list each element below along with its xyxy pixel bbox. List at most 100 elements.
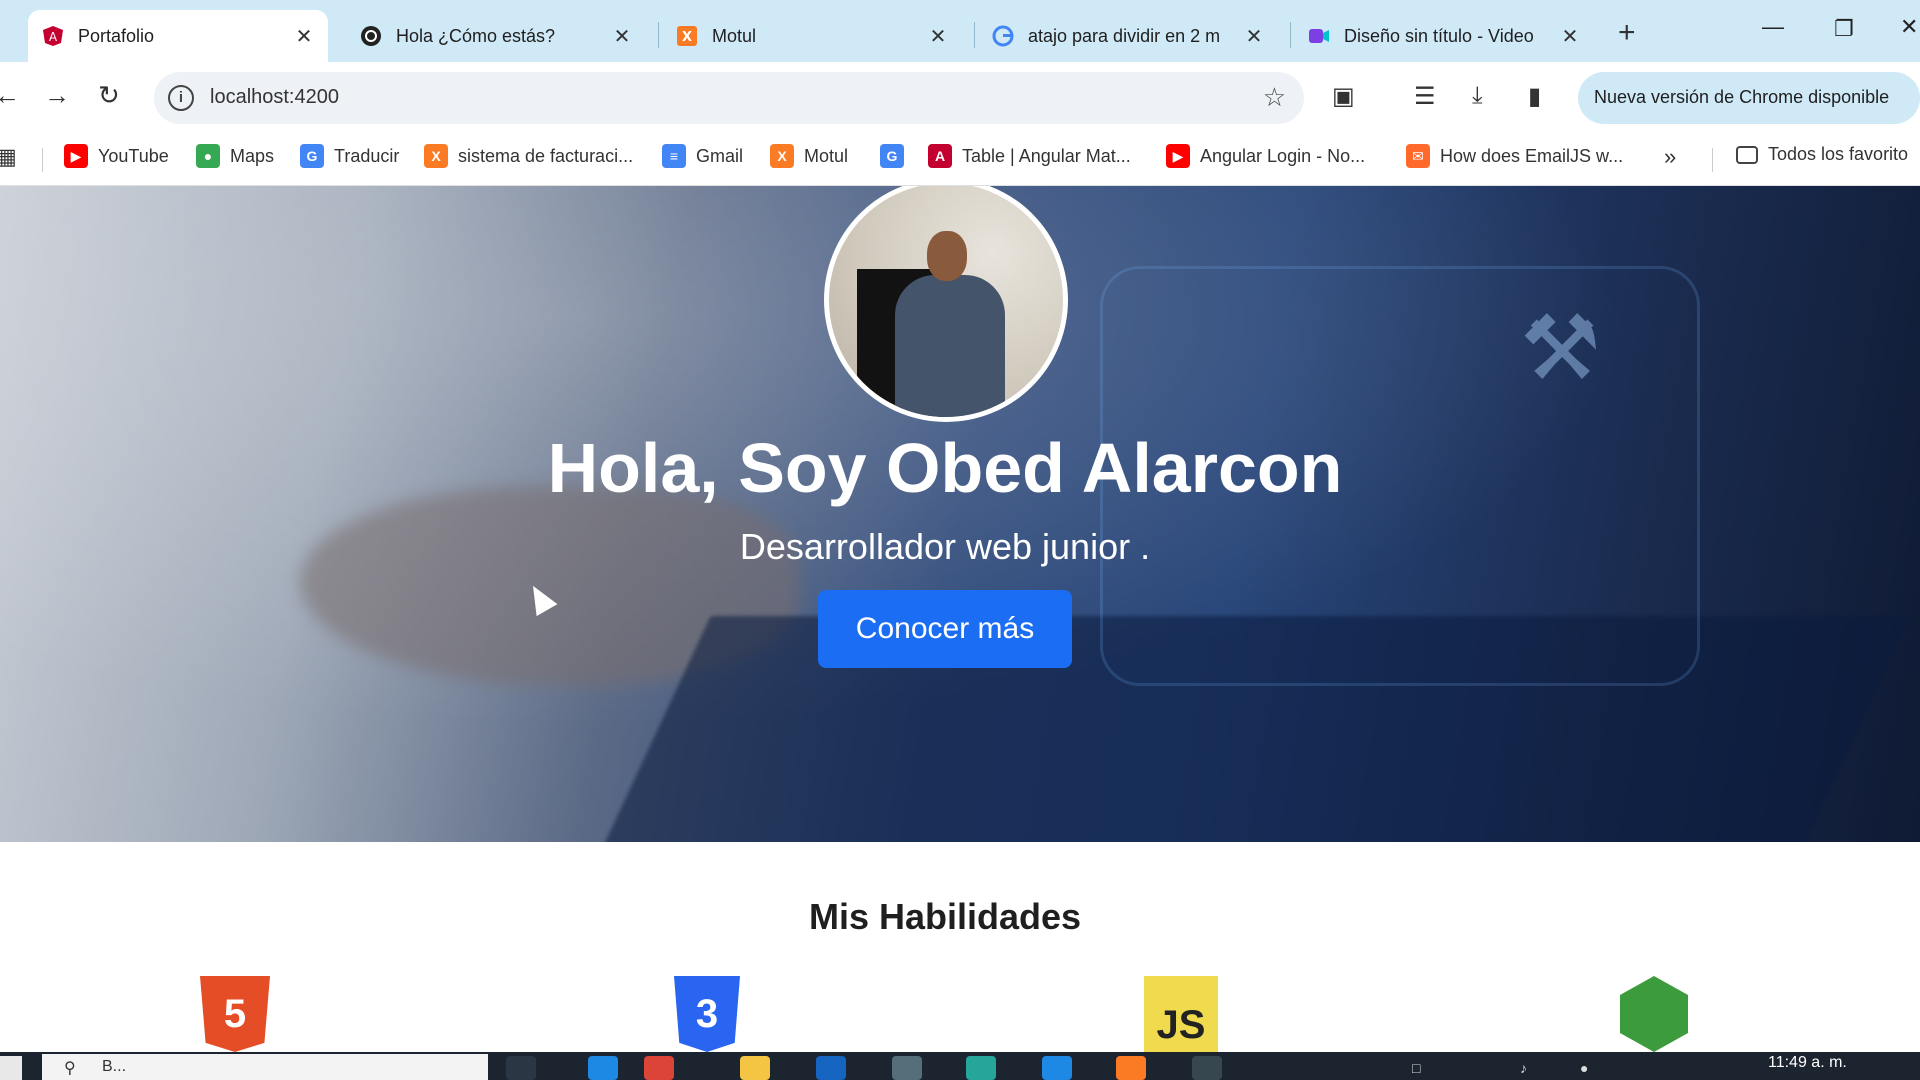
svg-text:A: A [49, 30, 58, 44]
css3-icon: 3 [674, 976, 740, 1052]
close-icon[interactable]: ✕ [294, 24, 314, 49]
reload-icon[interactable]: ↻ [98, 80, 120, 111]
tab-title: Motul [712, 25, 757, 46]
tab-hola[interactable]: Hola ¿Cómo estás? ✕ [346, 10, 646, 62]
edge-icon[interactable] [588, 1056, 618, 1080]
windows-taskbar: ⚲ B... □ ♪ ● 11:49 a. m. [0, 1052, 1920, 1080]
bookmark-emailjs[interactable]: ✉ How does EmailJS w... [1406, 144, 1623, 168]
bookmark-label: Angular Login - No... [1200, 145, 1366, 166]
bookmark-star-icon[interactable]: ☆ [1263, 82, 1286, 113]
angular-icon: A [42, 25, 64, 47]
close-icon[interactable]: ✕ [1244, 24, 1264, 49]
chrome-icon[interactable] [644, 1056, 674, 1080]
bookmark-label: sistema de facturaci... [458, 145, 634, 166]
back-icon[interactable]: ← [0, 80, 20, 111]
notification-tray-icon[interactable]: □ [1412, 1060, 1420, 1076]
taskbar-clock: 11:49 a. m. [1768, 1054, 1847, 1071]
forward-icon[interactable]: → [44, 80, 70, 111]
bookmark-label: Motul [804, 145, 849, 166]
bookmark-google[interactable]: G [880, 144, 914, 168]
app-icon[interactable] [1192, 1056, 1222, 1080]
bookmark-angular-login[interactable]: ▶ Angular Login - No... [1166, 144, 1365, 168]
tab-separator [1290, 22, 1291, 48]
xampp-icon: X [424, 144, 448, 168]
volume-icon[interactable]: ♪ [1520, 1060, 1527, 1076]
google-icon: G [880, 144, 904, 168]
bookmark-label: Gmail [696, 145, 744, 166]
tab-separator [658, 22, 659, 48]
emailjs-icon: ✉ [1406, 144, 1430, 168]
address-bar[interactable]: i localhost:4200 ☆ [154, 72, 1304, 124]
bookmark-sistema[interactable]: X sistema de facturaci... [424, 144, 633, 168]
html5-icon: 5 [200, 976, 270, 1052]
windows-start-icon[interactable] [0, 1056, 22, 1080]
browser-toolbar: ← → ↻ i localhost:4200 ☆ ▣ ☰ ⤓ ▮ Nueva v… [0, 62, 1920, 134]
file-explorer-icon[interactable] [740, 1056, 770, 1080]
minimize-icon[interactable]: — [1762, 14, 1784, 40]
svg-text:X: X [682, 30, 692, 45]
close-icon[interactable]: ✕ [612, 24, 632, 49]
camera-icon[interactable] [892, 1056, 922, 1080]
all-bookmarks[interactable]: Todos los favorito [1736, 144, 1908, 165]
bookmarks-bar: ▦ ▶ YouTube ● Maps G Traducir X sistema … [0, 134, 1920, 186]
close-icon[interactable]: ✕ [1560, 24, 1580, 49]
docs-icon: ≡ [662, 144, 686, 168]
profile-avatar [824, 186, 1068, 422]
skills-title: Mis Habilidades [808, 896, 1082, 937]
tab-portafolio[interactable]: A Portafolio ✕ [28, 10, 328, 62]
bookmark-maps[interactable]: ● Maps [196, 144, 274, 168]
youtube-icon: ▶ [1166, 144, 1190, 168]
conocer-mas-button[interactable]: Conocer más [818, 590, 1072, 668]
network-icon[interactable]: ● [1580, 1060, 1588, 1076]
media-control-icon[interactable]: ☰ [1414, 82, 1436, 111]
download-icon[interactable]: ⤓ [1472, 82, 1483, 110]
bookmark-gmail[interactable]: ≡ Gmail [662, 144, 743, 168]
tab-diseno[interactable]: Diseño sin título - Video ✕ [1294, 10, 1594, 62]
javascript-icon: JS [1144, 976, 1218, 1052]
angular-icon: A [928, 144, 952, 168]
maps-icon: ● [196, 144, 220, 168]
taskbar-search[interactable]: ⚲ B... [42, 1054, 488, 1080]
apps-grid-icon[interactable]: ▦ [0, 144, 17, 170]
vscode-icon[interactable] [1042, 1056, 1072, 1080]
edge-dev-icon[interactable] [966, 1056, 996, 1080]
new-tab-button[interactable]: + [1618, 16, 1636, 50]
extensions-icon[interactable]: ▣ [1332, 82, 1355, 111]
tab-title: atajo para dividir en 2 m [1028, 25, 1221, 46]
tab-motul[interactable]: X Motul ✕ [662, 10, 962, 62]
tab-title: Portafolio [78, 25, 155, 46]
store-icon[interactable] [816, 1056, 846, 1080]
bookmark-youtube[interactable]: ▶ YouTube [64, 144, 169, 168]
bookmark-angular-table[interactable]: A Table | Angular Mat... [928, 144, 1131, 168]
close-icon[interactable]: ✕ [928, 24, 948, 49]
bookmark-label: Table | Angular Mat... [962, 145, 1131, 166]
hero-heading: Hola, Soy Obed Alarcon [547, 429, 1343, 507]
xampp-taskbar-icon[interactable] [1116, 1056, 1146, 1080]
bookmark-motul[interactable]: X Motul [770, 144, 848, 168]
folder-icon [1736, 145, 1758, 164]
profile-extension-icon[interactable]: ▮ [1528, 82, 1541, 111]
canva-video-icon [1308, 25, 1330, 47]
bookmark-traducir[interactable]: G Traducir [300, 144, 399, 168]
avatar-person-head [927, 231, 967, 281]
chatgpt-icon [360, 25, 382, 47]
restore-icon[interactable]: ❐ [1834, 16, 1854, 42]
tab-atajo[interactable]: atajo para dividir en 2 m ✕ [978, 10, 1278, 62]
search-icon: ⚲ [64, 1060, 76, 1077]
tab-title: Diseño sin título - Video [1344, 25, 1534, 46]
bookmark-label: Traducir [334, 145, 400, 166]
bookmarks-overflow-icon[interactable]: » [1664, 144, 1676, 170]
address-url[interactable]: localhost:4200 [210, 86, 339, 109]
bookmark-label: Maps [230, 145, 275, 166]
translate-icon: G [300, 144, 324, 168]
task-view-icon[interactable] [506, 1056, 536, 1080]
chrome-update-button[interactable]: Nueva versión de Chrome disponible [1578, 72, 1920, 124]
nodejs-icon [1620, 976, 1688, 1052]
update-label: Nueva versión de Chrome disponible [1594, 87, 1890, 107]
site-info-icon[interactable]: i [168, 85, 194, 111]
youtube-icon: ▶ [64, 144, 88, 168]
bookmark-label: YouTube [98, 145, 169, 166]
bookmark-label: Todos los favorito [1768, 144, 1909, 164]
bookmark-separator [42, 148, 43, 172]
close-window-icon[interactable]: ✕ [1900, 14, 1918, 40]
